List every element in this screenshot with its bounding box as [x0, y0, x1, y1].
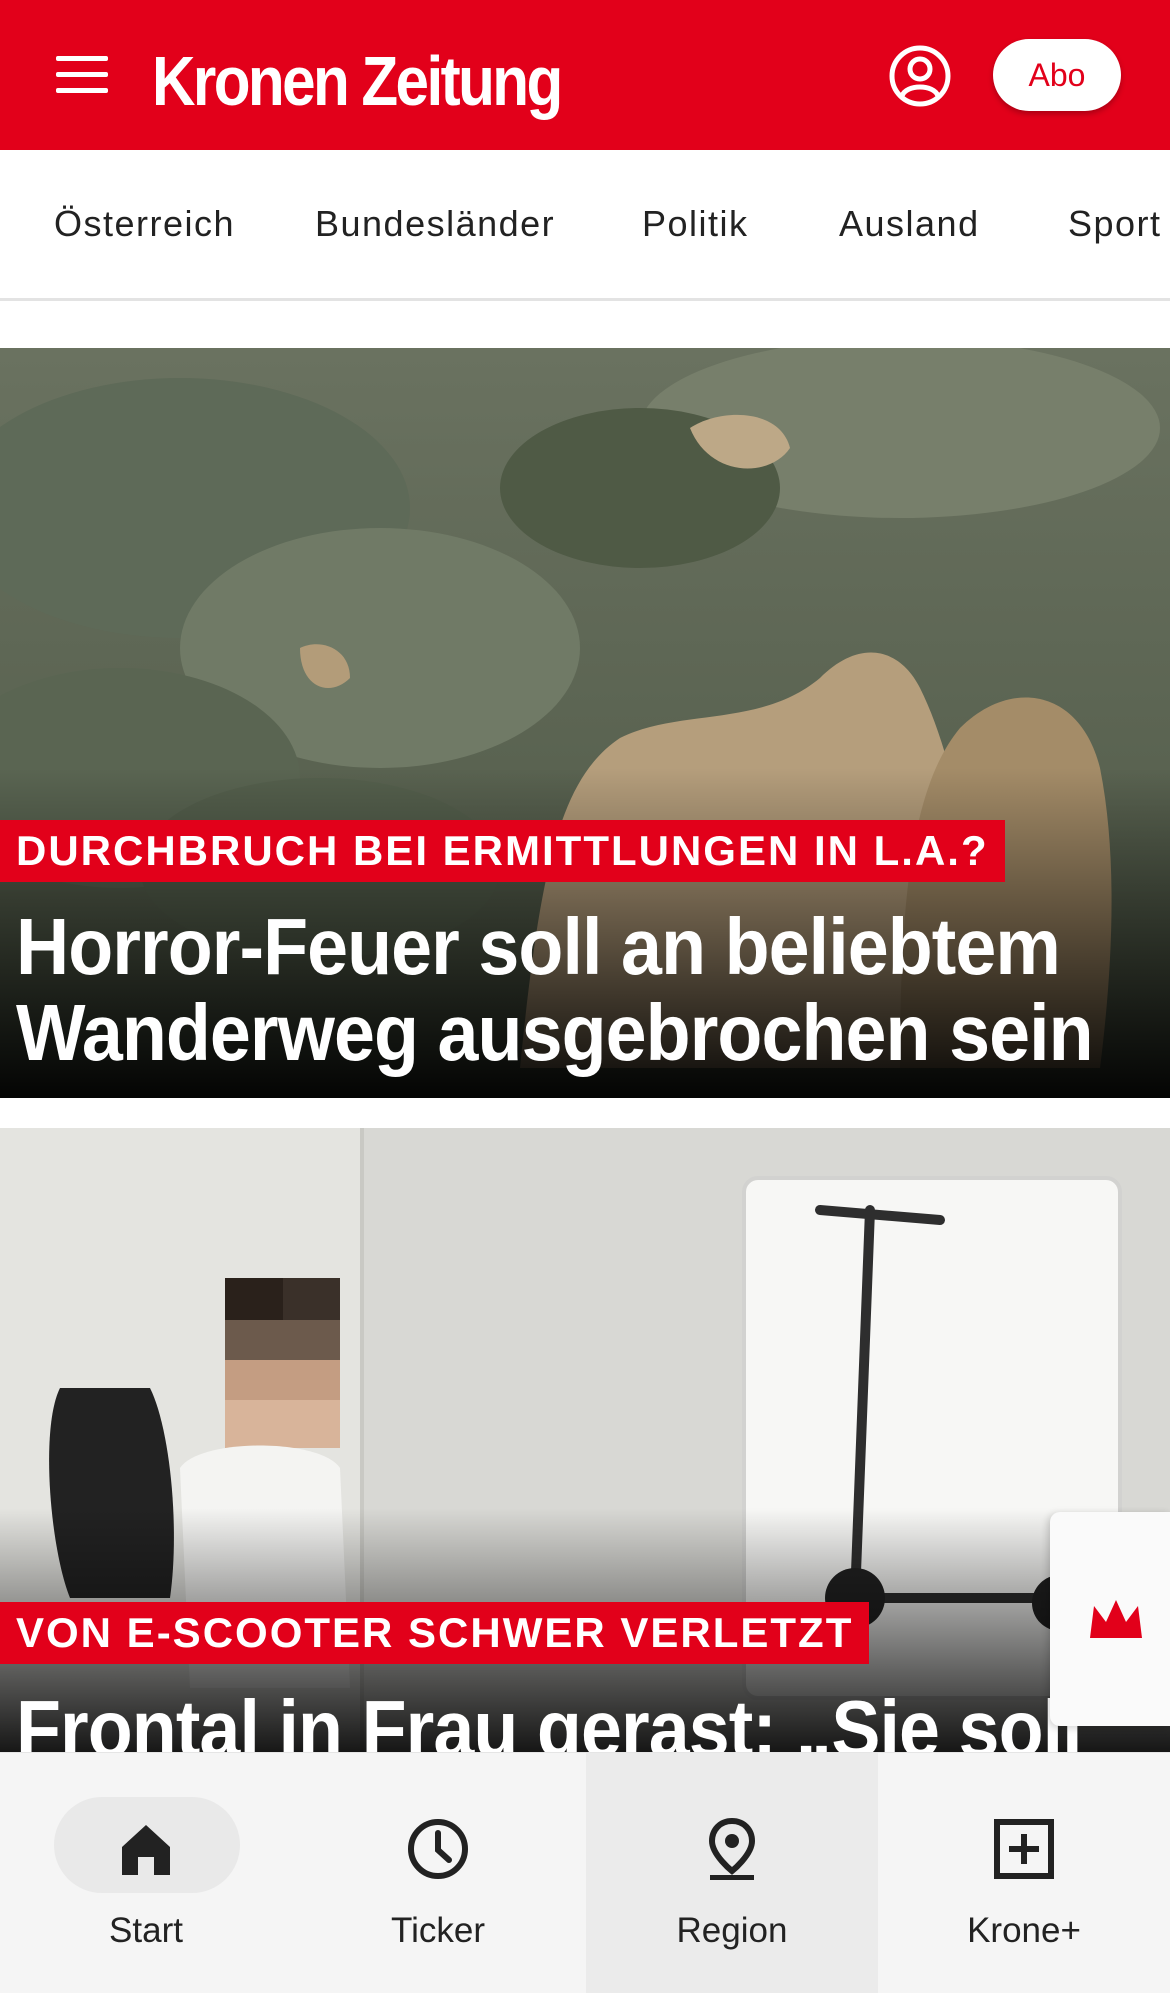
story-headline: Frontal in Frau gerast: „Sie soll	[16, 1684, 1083, 1753]
bottom-nav-label: Region	[676, 1911, 788, 1950]
bottom-nav-label: Start	[109, 1911, 183, 1950]
nav-item-sport[interactable]: Sport	[1068, 150, 1162, 298]
plus-box-icon	[994, 1819, 1054, 1879]
story-kicker: DURCHBRUCH BEI ERMITTLUNGEN IN L.A.?	[0, 820, 1005, 882]
clock-icon	[408, 1819, 468, 1879]
location-pin-icon	[708, 1817, 756, 1880]
bottom-nav-label: Ticker	[391, 1911, 485, 1950]
story-card[interactable]: VON E-SCOOTER SCHWER VERLETZT Frontal in…	[0, 1128, 1170, 1752]
story-kicker: VON E-SCOOTER SCHWER VERLETZT	[0, 1602, 870, 1664]
account-icon	[889, 45, 951, 107]
story-headline-line: Horror-Feuer soll an beliebtem	[16, 902, 1061, 991]
story-card[interactable]: DURCHBRUCH BEI ERMITTLUNGEN IN L.A.? Hor…	[0, 348, 1170, 1098]
bottom-nav-start[interactable]: Start	[0, 1753, 292, 1993]
category-nav: Österreich Bundesländer Politik Ausland …	[0, 150, 1170, 301]
bottom-nav: Start Ticker Region Krone+	[0, 1752, 1170, 1993]
bottom-nav-krone-plus[interactable]: Krone+	[878, 1753, 1170, 1993]
bottom-nav-region[interactable]: Region	[586, 1753, 878, 1993]
home-icon	[122, 1825, 170, 1875]
menu-button[interactable]	[52, 52, 112, 96]
krone-plus-widget[interactable]	[1050, 1512, 1170, 1726]
account-button[interactable]	[888, 44, 952, 108]
nav-item-oesterreich[interactable]: Österreich	[54, 150, 235, 298]
crown-icon	[1090, 1600, 1142, 1638]
bottom-nav-label: Krone+	[967, 1911, 1081, 1950]
abo-button[interactable]: Abo	[993, 39, 1121, 111]
nav-item-politik[interactable]: Politik	[642, 150, 749, 298]
story-headline: Horror-Feuer soll an beliebtem Wanderweg…	[16, 902, 1094, 1077]
nav-item-ausland[interactable]: Ausland	[839, 150, 980, 298]
bottom-nav-ticker[interactable]: Ticker	[292, 1753, 584, 1993]
logo[interactable]: Kronen Zeitung	[152, 36, 563, 126]
story-headline-line: Wanderweg ausgebrochen sein	[16, 988, 1094, 1077]
app-header: Kronen Zeitung Abo	[0, 0, 1170, 150]
nav-item-bundeslaender[interactable]: Bundesländer	[315, 150, 555, 298]
